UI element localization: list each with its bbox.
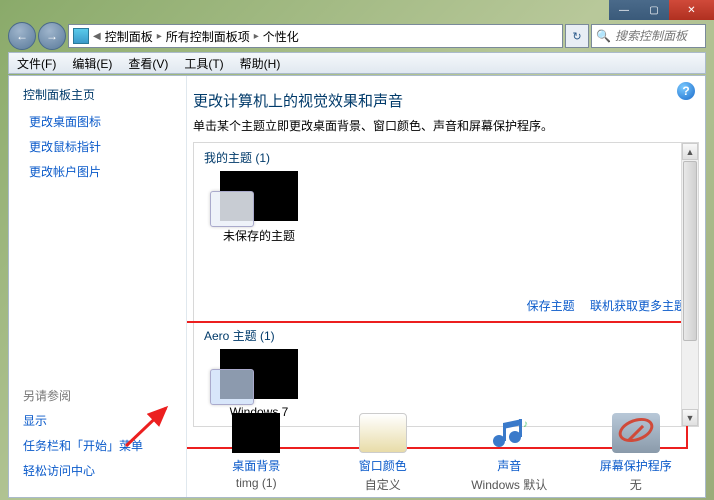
menu-edit[interactable]: 编辑(E) — [64, 55, 120, 72]
scroll-up-button[interactable]: ▲ — [682, 143, 698, 160]
option-screensaver[interactable]: 屏幕保护程序 无 — [581, 413, 691, 493]
sidebar-link-ease-of-access[interactable]: 轻松访问中心 — [23, 462, 172, 479]
menu-file[interactable]: 文件(F) — [9, 55, 64, 72]
window-minimize-button[interactable]: — — [609, 0, 639, 20]
main-content: ? 更改计算机上的视觉效果和声音 单击某个主题立即更改桌面背景、窗口颜色、声音和… — [187, 76, 705, 497]
option-title: 窗口颜色 — [328, 457, 438, 474]
page-subtitle: 单击某个主题立即更改桌面背景、窗口颜色、声音和屏幕保护程序。 — [193, 117, 705, 134]
theme-label: 未保存的主题 — [214, 227, 304, 244]
sidebar-header: 控制面板主页 — [23, 86, 172, 103]
aero-themes-label: Aero 主题 (1) — [204, 327, 275, 344]
save-theme-link[interactable]: 保存主题 — [527, 299, 575, 313]
theme-item-windows7[interactable]: Windows 7 — [214, 349, 304, 419]
control-panel-icon — [73, 28, 89, 44]
theme-item-unsaved[interactable]: 未保存的主题 — [214, 171, 304, 244]
chevron-left-icon: ◀ — [93, 31, 101, 42]
theme-thumbnail — [220, 349, 298, 399]
nav-back-button[interactable]: ← — [8, 22, 36, 50]
more-themes-link[interactable]: 联机获取更多主题 — [590, 299, 686, 313]
option-sounds[interactable]: ♪ 声音 Windows 默认 — [454, 413, 564, 493]
scrollbar[interactable]: ▲ ▼ — [681, 143, 698, 426]
sidebar-link-display[interactable]: 显示 — [23, 412, 172, 429]
menu-help[interactable]: 帮助(H) — [232, 55, 289, 72]
breadcrumb-item[interactable]: 个性化 — [263, 28, 299, 45]
sidebar-link-account-picture[interactable]: 更改帐户图片 — [29, 163, 172, 180]
see-also-label: 另请参阅 — [23, 387, 172, 404]
scroll-thumb[interactable] — [683, 161, 697, 341]
search-icon: 🔍 — [596, 29, 611, 43]
page-title: 更改计算机上的视觉效果和声音 — [193, 90, 705, 111]
option-desktop-background[interactable]: 桌面背景 timg (1) — [201, 413, 311, 493]
sidebar: 控制面板主页 更改桌面图标 更改鼠标指针 更改帐户图片 另请参阅 显示 任务栏和… — [9, 76, 187, 497]
window-maximize-button[interactable]: ▢ — [639, 0, 669, 20]
option-title: 声音 — [454, 457, 564, 474]
breadcrumb-item[interactable]: 所有控制面板项 — [166, 28, 250, 45]
window-close-button[interactable]: ✕ — [669, 0, 714, 20]
chevron-right-icon: ▸ — [157, 31, 162, 42]
svg-text:♪: ♪ — [523, 419, 528, 430]
chevron-right-icon: ▸ — [254, 31, 259, 42]
help-icon[interactable]: ? — [677, 82, 695, 100]
sidebar-link-taskbar[interactable]: 任务栏和「开始」菜单 — [23, 437, 172, 454]
theme-actions: 保存主题 联机获取更多主题 — [515, 297, 686, 314]
search-input[interactable] — [615, 29, 701, 43]
sidebar-link-desktop-icons[interactable]: 更改桌面图标 — [29, 113, 172, 130]
desktop-background-icon — [232, 413, 280, 453]
my-themes-label: 我的主题 (1) — [204, 149, 270, 166]
menu-bar: 文件(F) 编辑(E) 查看(V) 工具(T) 帮助(H) — [8, 52, 706, 74]
search-box[interactable]: 🔍 — [591, 24, 706, 48]
menu-view[interactable]: 查看(V) — [120, 55, 176, 72]
sidebar-link-mouse-pointers[interactable]: 更改鼠标指针 — [29, 138, 172, 155]
theme-thumbnail — [220, 171, 298, 221]
window-color-icon — [359, 413, 407, 453]
sound-icon: ♪ — [485, 413, 533, 453]
screensaver-icon — [612, 413, 660, 453]
themes-panel: 我的主题 (1) 未保存的主题 保存主题 联机获取更多主题 Aero 主题 (1… — [193, 142, 699, 427]
option-value: 自定义 — [328, 476, 438, 493]
option-value: timg (1) — [201, 476, 311, 490]
menu-tools[interactable]: 工具(T) — [176, 55, 231, 72]
breadcrumb-item[interactable]: 控制面板 — [105, 28, 153, 45]
refresh-button[interactable]: ↻ — [565, 24, 589, 48]
breadcrumb[interactable]: ◀ 控制面板 ▸ 所有控制面板项 ▸ 个性化 — [68, 24, 563, 48]
option-value: 无 — [581, 476, 691, 493]
option-title: 屏幕保护程序 — [581, 457, 691, 474]
nav-forward-button[interactable]: → — [38, 22, 66, 50]
option-title: 桌面背景 — [201, 457, 311, 474]
option-window-color[interactable]: 窗口颜色 自定义 — [328, 413, 438, 493]
option-value: Windows 默认 — [454, 476, 564, 493]
